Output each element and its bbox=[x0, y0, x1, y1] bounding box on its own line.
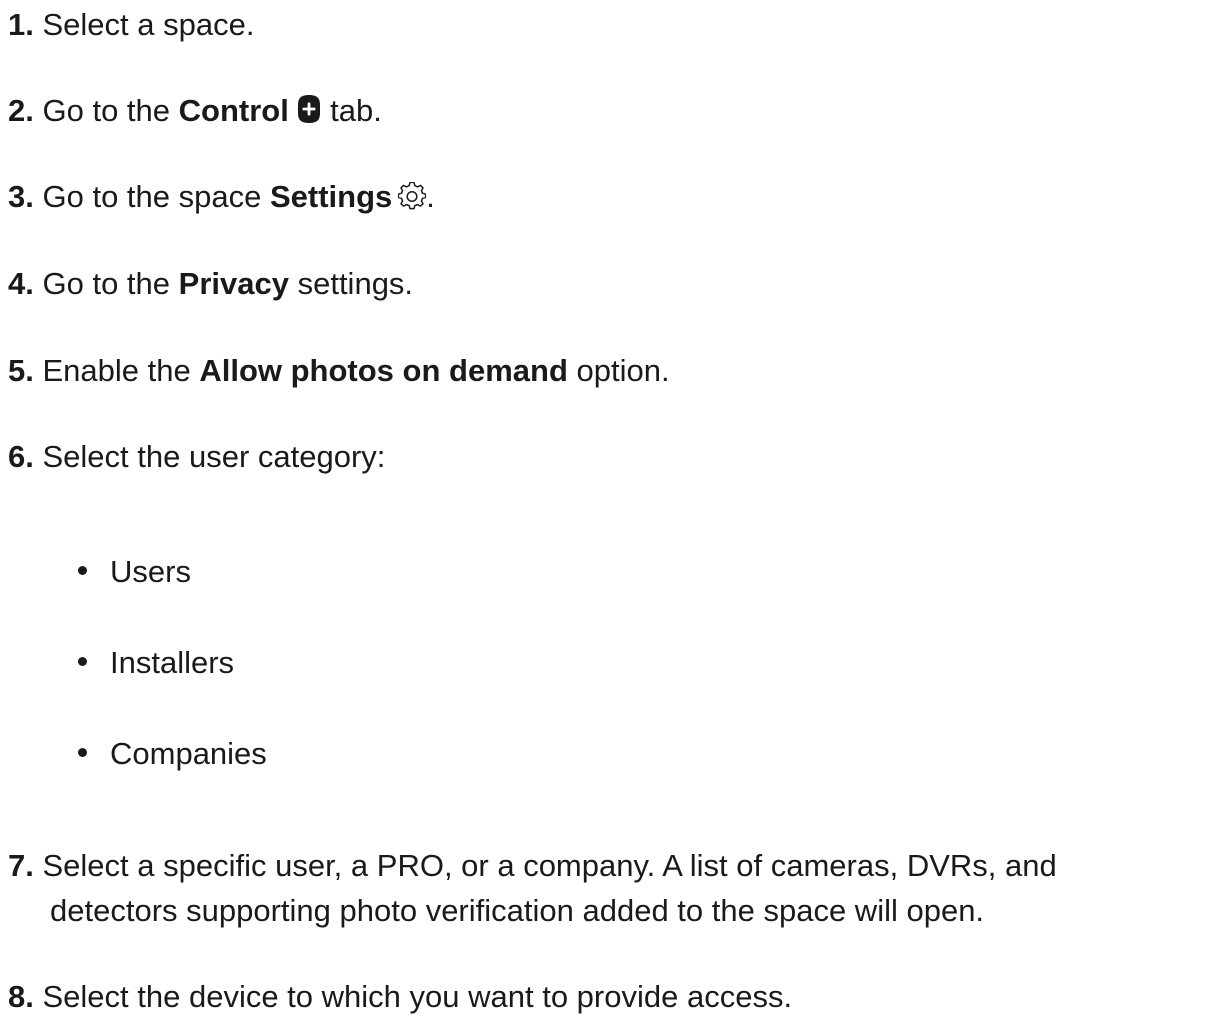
step-text: . bbox=[426, 179, 435, 214]
step-text: Select a specific user, a PRO, or a comp… bbox=[42, 848, 1057, 883]
step-number: 3. bbox=[8, 179, 34, 214]
step-text: option. bbox=[576, 353, 670, 388]
step-number: 2. bbox=[8, 93, 34, 128]
step-text-continued: detectors supporting photo verification … bbox=[50, 893, 985, 928]
bullet-dot bbox=[78, 748, 87, 757]
instructions-page: 1. Select a space. 2. Go to the Control … bbox=[0, 0, 1206, 1023]
step-3: 3. Go to the space Settings . bbox=[8, 174, 1198, 219]
step-number: 7. bbox=[8, 848, 34, 883]
step-8: 8. Select the device to which you want t… bbox=[8, 974, 1198, 1019]
step-text: Go to the bbox=[42, 266, 171, 301]
step-7: 7. Select a specific user, a PRO, or a c… bbox=[8, 843, 1198, 933]
step-number: 8. bbox=[8, 979, 34, 1014]
step-text: settings. bbox=[297, 266, 414, 301]
step-number: 6. bbox=[8, 439, 34, 474]
bullet-dot bbox=[78, 566, 87, 575]
step-2: 2. Go to the Control tab. bbox=[8, 88, 1198, 133]
plus-shield-icon bbox=[297, 94, 321, 124]
step-text: Select the user category: bbox=[42, 439, 386, 474]
step-number: 5. bbox=[8, 353, 34, 388]
settings-label: Settings bbox=[269, 179, 393, 214]
category-users: Users bbox=[110, 554, 191, 589]
step-text: tab. bbox=[330, 93, 382, 128]
step-text: Select a space. bbox=[42, 7, 255, 42]
list-item: Users bbox=[78, 549, 191, 594]
step-5: 5. Enable the Allow photos on demand opt… bbox=[8, 348, 1198, 393]
step-1: 1. Select a space. bbox=[8, 2, 1198, 47]
step-text: Select the device to which you want to p… bbox=[42, 979, 793, 1014]
control-tab-label: Control bbox=[178, 93, 289, 128]
privacy-label: Privacy bbox=[178, 266, 289, 301]
list-item: Installers bbox=[78, 640, 234, 685]
step-4: 4. Go to the Privacy settings. bbox=[8, 261, 1198, 306]
step-text: Enable the bbox=[42, 353, 191, 388]
allow-photos-option-label: Allow photos on demand bbox=[199, 353, 568, 388]
category-companies: Companies bbox=[110, 736, 267, 771]
step-text: Go to the bbox=[42, 93, 171, 128]
category-installers: Installers bbox=[110, 645, 235, 680]
step-number: 4. bbox=[8, 266, 34, 301]
step-text: Go to the space bbox=[42, 179, 262, 214]
step-number: 1. bbox=[8, 7, 34, 42]
step-6: 6. Select the user category: bbox=[8, 434, 1198, 479]
gear-icon bbox=[398, 182, 427, 210]
bullet-dot bbox=[78, 657, 87, 666]
list-item: Companies bbox=[78, 731, 267, 776]
